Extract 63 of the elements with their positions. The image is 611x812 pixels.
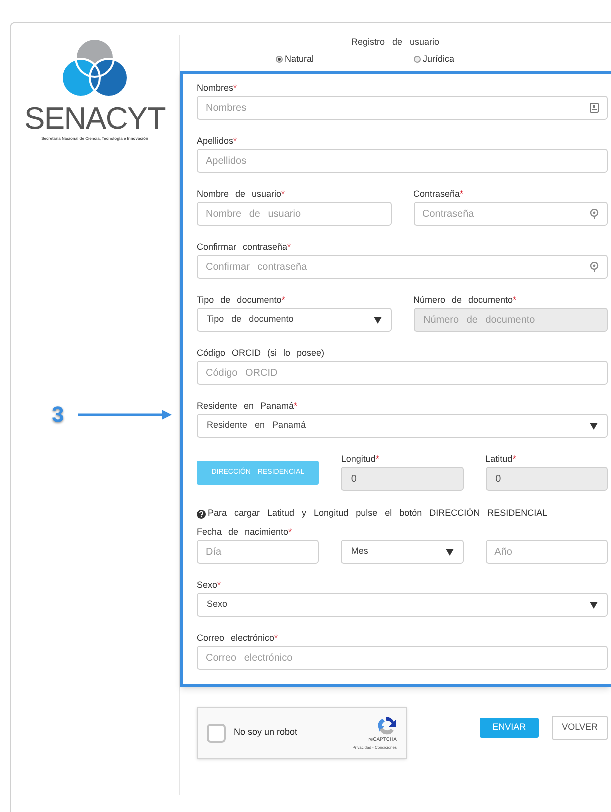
key-icon <box>590 262 599 272</box>
captcha-label: No soy un robot <box>234 726 298 740</box>
input-field[interactable]: Nombre de usuario <box>197 202 392 226</box>
input-field[interactable]: Día <box>197 540 320 564</box>
input-field[interactable]: 0 <box>341 467 464 491</box>
input-field[interactable]: 0 <box>486 467 608 491</box>
required-mark: * <box>282 189 286 199</box>
step-number: 3 <box>52 401 64 429</box>
input-field[interactable]: Número de documento <box>414 308 608 332</box>
dropdown-caret-icon <box>590 602 598 608</box>
radio-button[interactable] <box>276 56 283 63</box>
select-dropdown[interactable]: Sexo <box>197 593 608 617</box>
field-label: Número de documento <box>414 295 514 305</box>
input-field[interactable]: Contraseña <box>414 202 608 226</box>
captcha-checkbox[interactable] <box>207 724 226 742</box>
radio-label: Jurídica <box>423 52 455 66</box>
dropdown-caret-icon <box>590 422 598 430</box>
radio-button[interactable] <box>414 56 422 63</box>
required-mark: * <box>274 633 278 643</box>
required-mark: * <box>294 401 298 411</box>
field-label: Tipo de documento <box>197 295 282 305</box>
field-label: Fecha de nacimiento <box>197 527 289 537</box>
dropdown-caret-icon <box>374 316 382 324</box>
field-label: Confirmar contraseña <box>197 242 288 252</box>
field-label: Correo electrónico <box>197 633 275 643</box>
required-mark: * <box>512 454 516 464</box>
key-icon <box>590 209 599 219</box>
required-mark: * <box>376 454 380 464</box>
field-label: Sexo <box>197 580 218 590</box>
required-mark: * <box>288 242 292 252</box>
dropdown-caret-icon <box>446 548 454 556</box>
field-label: Contraseña <box>414 189 460 199</box>
required-mark: * <box>234 136 238 146</box>
back-button[interactable]: VOLVER <box>552 716 608 740</box>
input-field[interactable]: Apellidos <box>197 149 608 173</box>
field-label: Apellidos <box>197 136 234 146</box>
required-mark: * <box>282 295 286 305</box>
field-label: Latitud <box>486 454 513 464</box>
select-dropdown[interactable]: Residente en Panamá <box>197 414 608 438</box>
field-label: Nombres <box>197 83 234 93</box>
radio-label: Natural <box>285 52 314 66</box>
input-field[interactable]: Correo electrónico <box>197 646 608 670</box>
required-mark: * <box>460 189 464 199</box>
help-icon <box>197 510 206 518</box>
required-mark: * <box>513 295 517 305</box>
input-field[interactable]: Código ORCID <box>197 361 608 385</box>
required-mark: * <box>234 83 238 93</box>
form-title: Registro de usuario <box>350 36 441 49</box>
required-mark: * <box>288 527 292 537</box>
logo-wordmark: SENACYT <box>24 103 166 134</box>
recaptcha-icon <box>375 715 397 738</box>
field-label: Longitud <box>341 454 376 464</box>
submit-button[interactable]: ENVIAR <box>480 718 540 738</box>
select-dropdown[interactable]: Mes <box>341 540 464 564</box>
input-field[interactable]: Confirmar contraseña <box>197 255 608 279</box>
help-text: Para cargar Latitud y Longitud pulse el botón DIRECCIÓN RESIDENCIAL <box>208 507 548 520</box>
select-dropdown[interactable]: Tipo de documento <box>197 308 392 332</box>
field-label: Código ORCID (si lo posee) <box>197 348 325 358</box>
input-field[interactable]: Año <box>486 540 608 564</box>
required-mark: * <box>218 580 222 590</box>
input-field[interactable]: Nombres <box>197 96 608 120</box>
field-label: Residente en Panamá <box>197 401 294 411</box>
field-label: Nombre de usuario <box>197 189 282 199</box>
